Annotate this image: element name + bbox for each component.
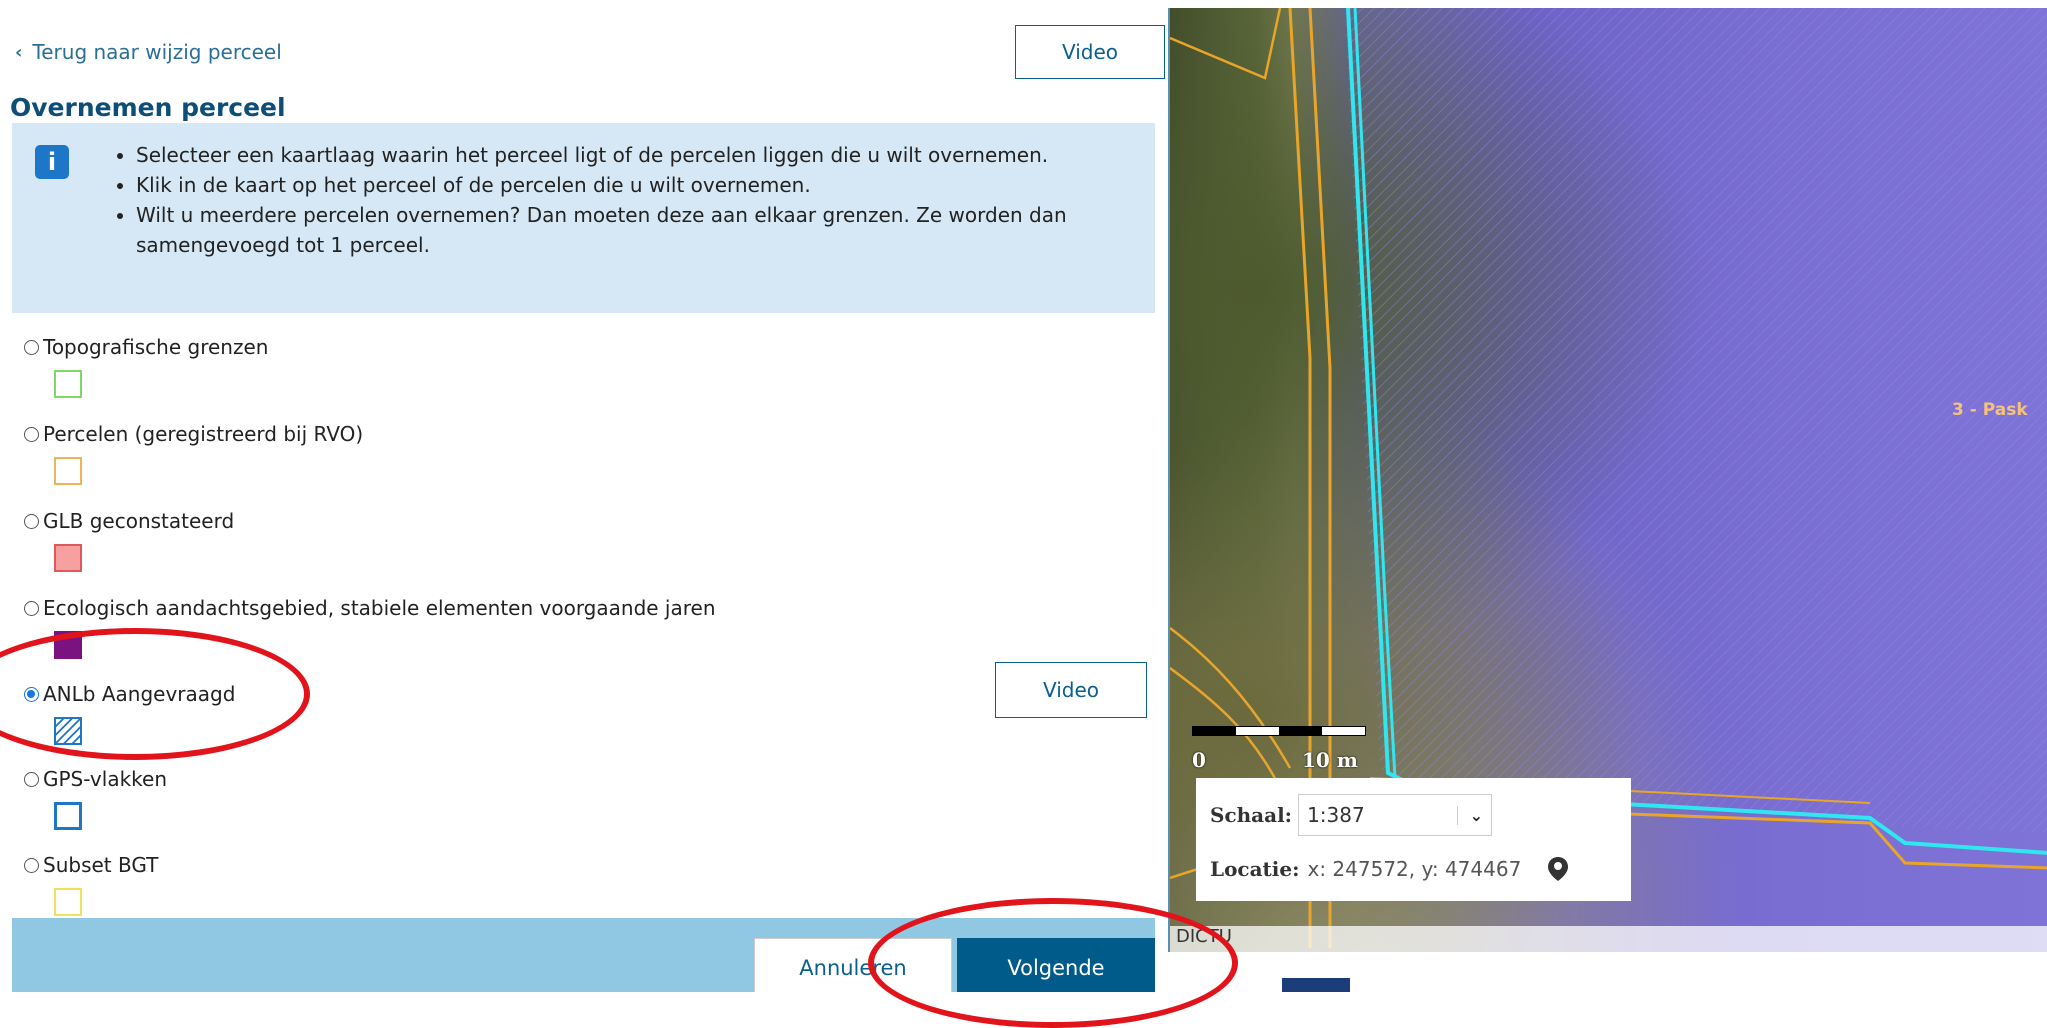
annotation-oval-next: [868, 898, 1238, 1028]
map-info-panel: Schaal: 1:387 ⌄ Locatie: x: 247572, y: 4…: [1196, 778, 1631, 901]
info-item: Wilt u meerdere percelen overnemen? Dan …: [136, 200, 1146, 260]
scale-label: Schaal:: [1210, 803, 1293, 827]
map-attribution: DICTU: [1170, 926, 2047, 952]
scale-bar-graphic: [1192, 726, 1366, 736]
layer-percelen-rvo[interactable]: Percelen (geregistreerd bij RVO): [24, 422, 364, 485]
info-item: Klik in de kaart op het perceel of de pe…: [136, 170, 1146, 200]
scale-bar: 0 10 m: [1192, 726, 1367, 786]
logo-fragment: [1282, 978, 1350, 992]
scale-value: 1:387: [1307, 803, 1365, 827]
layer-label: Topografische grenzen: [43, 335, 269, 359]
layer-label: Subset BGT: [43, 853, 159, 877]
radio-button[interactable]: [24, 513, 39, 529]
radio-button[interactable]: [24, 426, 39, 442]
layer-swatch: [54, 802, 82, 830]
radio-button[interactable]: [24, 857, 39, 873]
back-link-label: Terug naar wijzig perceel: [32, 40, 282, 64]
video-button-anlb[interactable]: Video: [995, 662, 1147, 718]
page-title: Overnemen perceel: [10, 93, 286, 122]
scale-select[interactable]: 1:387 ⌄: [1298, 794, 1493, 836]
info-box: i Selecteer een kaartlaag waarin het per…: [12, 123, 1155, 313]
info-list: Selecteer een kaartlaag waarin het perce…: [112, 140, 1146, 260]
parcel-label: 3 - Pask: [1952, 400, 2028, 420]
chevron-down-icon: ⌄: [1456, 805, 1483, 825]
scale-start-label: 0: [1192, 748, 1206, 772]
back-link[interactable]: ‹ Terug naar wijzig perceel: [15, 40, 282, 64]
map-view[interactable]: 3 - Pask 0 10 m Schaal: 1:387 ⌄ Locatie:…: [1168, 8, 2047, 952]
layer-label: Percelen (geregistreerd bij RVO): [43, 422, 364, 446]
chevron-left-icon: ‹: [15, 41, 23, 63]
layer-topografische-grenzen[interactable]: Topografische grenzen: [24, 335, 269, 398]
radio-button[interactable]: [24, 771, 39, 787]
scale-end-label: 10 m: [1302, 748, 1358, 772]
layer-glb-geconstateerd[interactable]: GLB geconstateerd: [24, 509, 235, 572]
layer-label: GLB geconstateerd: [43, 509, 235, 533]
location-label: Locatie:: [1210, 857, 1300, 881]
radio-button[interactable]: [24, 339, 39, 355]
info-item: Selecteer een kaartlaag waarin het perce…: [136, 140, 1146, 170]
layer-swatch: [54, 457, 82, 485]
left-panel: ‹ Terug naar wijzig perceel Video Overne…: [0, 0, 1165, 992]
layer-ecologisch-aandachtsgebied[interactable]: Ecologisch aandachtsgebied, stabiele ele…: [24, 596, 716, 659]
layer-swatch: [54, 370, 82, 398]
layer-label: Ecologisch aandachtsgebied, stabiele ele…: [43, 596, 716, 620]
layer-gps-vlakken[interactable]: GPS-vlakken: [24, 767, 168, 830]
layer-label: GPS-vlakken: [43, 767, 168, 791]
radio-button[interactable]: [24, 600, 39, 616]
info-icon: i: [35, 145, 69, 179]
layer-swatch: [54, 888, 82, 916]
location-pin-icon[interactable]: [1547, 856, 1569, 882]
layer-subset-bgt[interactable]: Subset BGT: [24, 853, 159, 916]
location-value: x: 247572, y: 474467: [1307, 857, 1522, 881]
video-button-top[interactable]: Video: [1015, 25, 1165, 79]
layer-swatch: [54, 544, 82, 572]
